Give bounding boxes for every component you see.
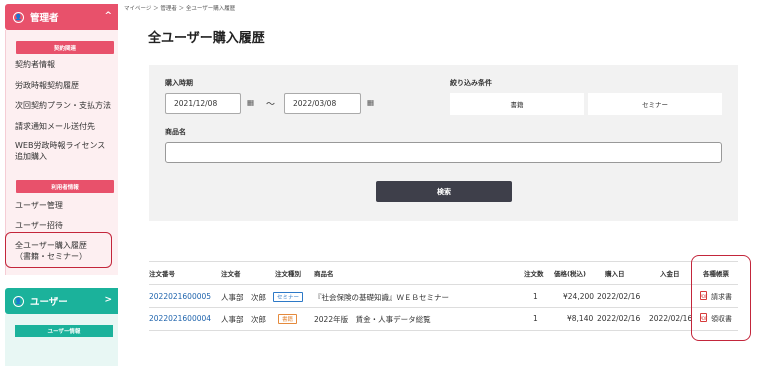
calendar-icon[interactable]: ▦: [247, 98, 254, 107]
th-purchase-date: 購入日: [605, 270, 625, 278]
th-product: 商品名: [314, 270, 334, 278]
sidebar-item-contract-history[interactable]: 労政時報契約履歴: [15, 80, 79, 91]
th-order-no: 注文番号: [149, 270, 175, 278]
price-cell: ¥8,140: [567, 314, 594, 323]
search-button[interactable]: 検索: [376, 181, 512, 202]
sidebar-item-web-license[interactable]: WEB労政時報ライセンス 追加購入: [15, 140, 105, 162]
sidebar-item-web-license-line2: 追加購入: [15, 152, 47, 161]
sidebar-item-next-plan[interactable]: 次回契約プラン・支払方法: [15, 100, 111, 111]
person-circle-icon: 👤: [13, 11, 24, 23]
filter-label: 絞り込み条件: [450, 79, 492, 87]
product-cell: 2022年版 賃金・人事データ総覧: [314, 315, 431, 324]
person-circle-icon: 👤: [13, 295, 24, 307]
order-number-link[interactable]: 2022021600004: [149, 314, 211, 323]
sidebar-item-contractor-info[interactable]: 契約者情報: [15, 59, 55, 70]
date-from-input[interactable]: 2021/12/08: [165, 93, 241, 114]
product-cell: 『社会保険の基礎知識』ＷＥＢセミナー: [314, 293, 449, 302]
sidebar-item-billing-email[interactable]: 請求通知メール送付先: [15, 121, 95, 132]
documents-column-highlight: [691, 255, 751, 341]
product-label: 商品名: [165, 128, 186, 136]
category-user-information: ユーザー情報: [15, 325, 113, 337]
row-divider: [149, 307, 738, 308]
th-order-type: 注文種別: [275, 270, 301, 278]
th-price: 価格(税込): [554, 270, 586, 278]
table-top-border: [149, 261, 738, 262]
category-user-info: 利用者情報: [16, 180, 114, 193]
active-item-highlight: [5, 232, 112, 268]
orderer-cell: 人事部 次郎: [221, 293, 266, 302]
sidebar-item-user-invite[interactable]: ユーザー招待: [15, 220, 63, 231]
type-badge-seminar: セミナー: [273, 292, 304, 302]
filter-book-button[interactable]: 書籍: [450, 93, 584, 115]
table-header-border: [149, 284, 738, 285]
qty-cell: 1: [533, 292, 538, 301]
th-payment-date: 入金日: [660, 270, 680, 278]
range-tilde: 〜: [266, 100, 276, 110]
filter-seminar-button[interactable]: セミナー: [588, 93, 722, 115]
th-orderer: 注文者: [221, 270, 241, 278]
calendar-icon[interactable]: ▦: [367, 98, 374, 107]
payment-date-cell: 2022/02/16: [649, 314, 693, 323]
chevron-up-icon: ^: [104, 11, 112, 21]
admin-menu-title: 管理者: [30, 13, 59, 24]
sidebar-item-web-license-line1: WEB労政時報ライセンス: [15, 141, 106, 150]
row-divider: [149, 330, 738, 331]
type-badge-book: 書籍: [278, 314, 298, 324]
purchase-date-cell: 2022/02/16: [597, 314, 641, 323]
user-menu-header[interactable]: 👤 ユーザー >: [5, 288, 118, 314]
qty-cell: 1: [533, 314, 538, 323]
price-cell: ¥24,200: [563, 292, 595, 301]
period-label: 購入時期: [165, 79, 193, 87]
user-menu-body: ユーザー情報: [5, 314, 118, 366]
sidebar: 👤 管理者 ^ 契約関連 契約者情報 労政時報契約履歴 次回契約プラン・支払方法…: [0, 0, 118, 366]
th-qty: 注文数: [524, 270, 544, 278]
category-contract: 契約関連: [16, 41, 114, 54]
breadcrumb: マイページ ＞ 管理者 ＞ 全ユーザー購入履歴: [124, 6, 236, 12]
page-title: 全ユーザー購入履歴: [148, 31, 265, 46]
chevron-right-icon: >: [104, 295, 112, 305]
order-number-link[interactable]: 2022021600005: [149, 292, 211, 301]
user-menu-title: ユーザー: [30, 297, 68, 308]
product-name-input[interactable]: [165, 142, 722, 163]
admin-menu-header[interactable]: 👤 管理者 ^: [5, 4, 118, 30]
orderer-cell: 人事部 次郎: [221, 315, 266, 324]
date-to-input[interactable]: 2022/03/08: [284, 93, 361, 114]
purchase-date-cell: 2022/02/16: [597, 292, 641, 301]
sidebar-item-user-management[interactable]: ユーザー管理: [15, 200, 63, 211]
